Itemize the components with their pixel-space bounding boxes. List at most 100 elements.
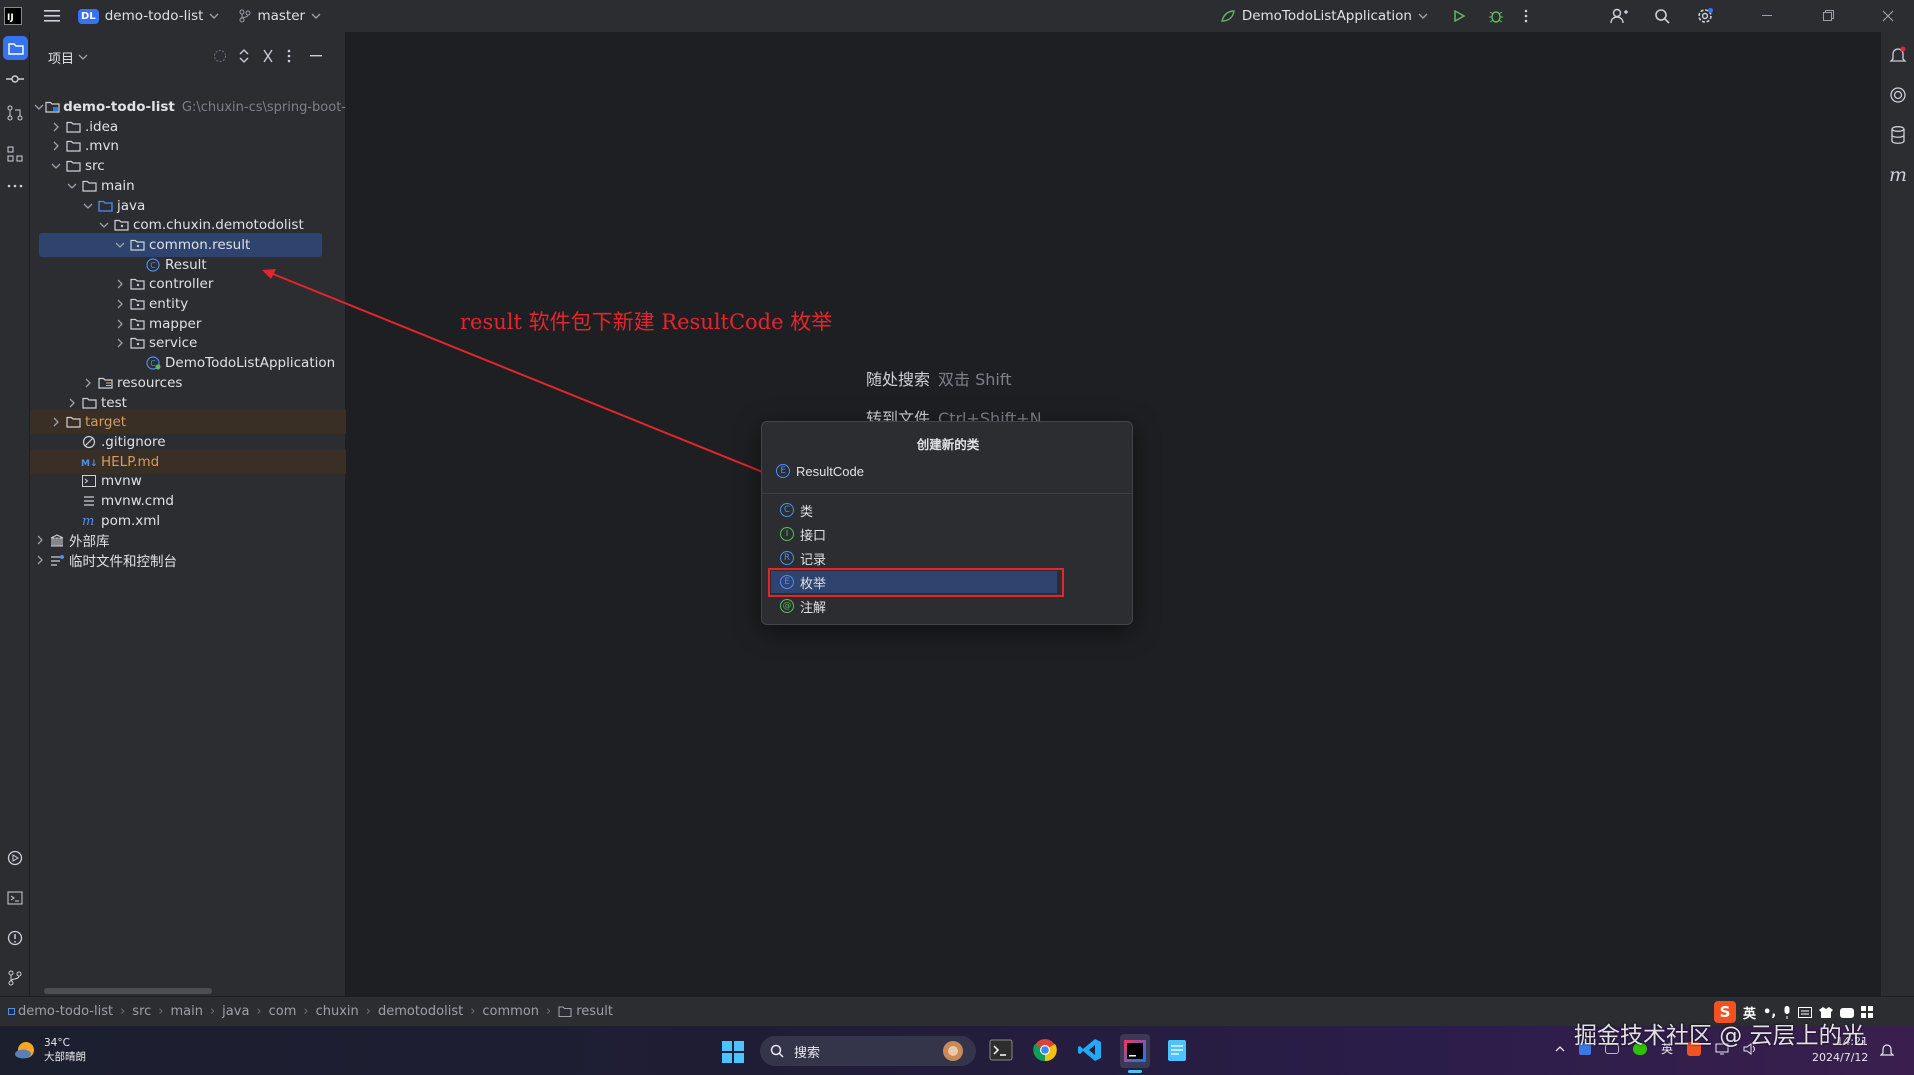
- breadcrumb-item[interactable]: common: [482, 1004, 539, 1019]
- project-tool-button[interactable]: [3, 36, 28, 60]
- terminal-app-button[interactable]: [989, 1039, 1013, 1061]
- horizontal-dots-icon: [7, 184, 23, 188]
- tree-node[interactable]: 临时文件和控制台: [30, 548, 346, 572]
- breadcrumb-item[interactable]: result: [576, 1004, 613, 1019]
- tray-overflow-icon[interactable]: [1555, 1045, 1565, 1052]
- chevron-right-icon[interactable]: [112, 338, 128, 348]
- taskbar-search[interactable]: 搜索: [760, 1036, 976, 1066]
- restore-icon: [1822, 10, 1834, 22]
- expand-all-button[interactable]: [239, 49, 249, 63]
- dialog-title: 创建新的类: [916, 437, 980, 452]
- chevron-down-icon[interactable]: [80, 202, 96, 210]
- chevron-right-icon[interactable]: [32, 555, 48, 565]
- services-tool-button[interactable]: [7, 850, 23, 866]
- svg-text:C: C: [150, 359, 156, 368]
- chevron-right-icon[interactable]: [112, 279, 128, 289]
- more-tools-button[interactable]: [7, 184, 23, 188]
- breadcrumb-item[interactable]: demotodolist: [378, 1004, 463, 1019]
- breadcrumb-item[interactable]: com: [269, 1004, 297, 1019]
- git-branch-icon: [7, 970, 23, 986]
- chevron-down-icon[interactable]: [112, 241, 128, 249]
- intellij-app-button[interactable]: [1120, 1034, 1150, 1068]
- weather-widget[interactable]: 34°C 大部晴朗: [14, 1036, 86, 1064]
- breadcrumb-item[interactable]: main: [170, 1004, 202, 1019]
- app-logo[interactable]: IJ: [0, 0, 28, 32]
- tree-node-label: pom.xml: [101, 512, 161, 529]
- vscode-app-button[interactable]: [1078, 1038, 1102, 1062]
- breadcrumb-item[interactable]: demo-todo-list: [18, 1004, 113, 1019]
- debug-button[interactable]: [1482, 0, 1510, 32]
- breadcrumb-item[interactable]: chuxin: [316, 1004, 359, 1019]
- branch-switcher[interactable]: master: [233, 0, 327, 32]
- kind-option[interactable]: R 记录: [776, 547, 1120, 569]
- search-everywhere-button[interactable]: [1648, 0, 1676, 32]
- hide-panel-button[interactable]: [310, 55, 322, 57]
- ai-assistant-button[interactable]: [1889, 86, 1907, 104]
- right-tool-strip: m: [1880, 32, 1914, 1026]
- folder-icon: [64, 121, 82, 133]
- chevron-down-icon[interactable]: [78, 54, 88, 60]
- panel-options-button[interactable]: [287, 49, 291, 63]
- problems-icon: [7, 930, 23, 946]
- kind-option[interactable]: @ 注解: [776, 595, 1120, 617]
- chevron-right-icon[interactable]: [48, 122, 64, 132]
- locate-file-button[interactable]: [213, 49, 227, 63]
- chevron-right-icon[interactable]: [112, 319, 128, 329]
- chevron-right-icon[interactable]: [80, 378, 96, 388]
- pull-requests-tool-button[interactable]: [7, 105, 23, 121]
- tree-node-label: 临时文件和控制台: [69, 554, 177, 571]
- new-class-dialog: 创建新的类 E C类I接口R记录E枚举@注解: [761, 421, 1133, 625]
- project-panel-title[interactable]: 项目: [48, 48, 74, 67]
- library-icon: [48, 534, 66, 547]
- git-tool-button[interactable]: [7, 970, 23, 986]
- breadcrumb-item[interactable]: java: [222, 1004, 249, 1019]
- svg-text:m: m: [82, 514, 94, 528]
- structure-tool-button[interactable]: [7, 146, 23, 162]
- database-button[interactable]: [1890, 126, 1906, 144]
- settings-button[interactable]: [1690, 0, 1720, 32]
- class-icon: C: [144, 257, 162, 272]
- chevron-right-icon[interactable]: [64, 398, 80, 408]
- commit-tool-button[interactable]: [6, 74, 24, 84]
- class-name-input[interactable]: [796, 463, 1096, 479]
- tree-node-label: Result: [165, 256, 207, 273]
- close-window-button[interactable]: [1876, 0, 1900, 32]
- minimize-window-button[interactable]: [1756, 0, 1780, 32]
- weather-text: 34°C 大部晴朗: [44, 1036, 86, 1064]
- more-actions-button[interactable]: [1518, 0, 1534, 32]
- problems-tool-button[interactable]: [7, 930, 23, 946]
- bell-icon: [1880, 1042, 1894, 1058]
- add-user-button[interactable]: [1604, 0, 1634, 32]
- run-config-selector[interactable]: DemoTodoListApplication: [1214, 0, 1434, 32]
- kind-option[interactable]: I 接口: [776, 523, 1120, 545]
- chevron-down-icon[interactable]: [32, 103, 45, 111]
- notification-center-button[interactable]: [1880, 1042, 1894, 1058]
- chevron-right-icon[interactable]: [48, 417, 64, 427]
- chevron-right-icon[interactable]: [48, 141, 64, 151]
- start-button[interactable]: [722, 1041, 744, 1063]
- maven-button[interactable]: m: [1889, 164, 1907, 186]
- svg-text:M↓: M↓: [81, 459, 97, 468]
- project-switcher[interactable]: DL demo-todo-list: [72, 0, 225, 32]
- restore-window-button[interactable]: [1816, 0, 1840, 32]
- collapse-all-button[interactable]: [263, 49, 273, 63]
- breadcrumb-item[interactable]: src: [132, 1004, 151, 1019]
- horizontal-scrollbar[interactable]: [44, 988, 212, 994]
- terminal-icon: [989, 1039, 1013, 1061]
- chevron-right-icon[interactable]: [112, 299, 128, 309]
- chrome-app-button[interactable]: [1033, 1038, 1057, 1062]
- main-menu-button[interactable]: [38, 0, 66, 32]
- chevron-down-icon[interactable]: [96, 221, 112, 229]
- run-button[interactable]: [1446, 0, 1472, 32]
- chevron-right-icon[interactable]: [32, 535, 48, 545]
- kind-option-label: 注解: [800, 600, 827, 616]
- tree-node-label: mvnw.cmd: [101, 493, 174, 509]
- package-icon: [128, 278, 146, 290]
- chevron-down-icon[interactable]: [48, 162, 64, 170]
- hint-label: 随处搜索: [866, 370, 931, 389]
- terminal-tool-button[interactable]: [7, 890, 23, 906]
- chevron-down-icon[interactable]: [64, 182, 80, 190]
- notepad-app-button[interactable]: [1167, 1038, 1187, 1062]
- notifications-button[interactable]: [1889, 46, 1907, 64]
- kind-option[interactable]: C类: [776, 499, 1120, 521]
